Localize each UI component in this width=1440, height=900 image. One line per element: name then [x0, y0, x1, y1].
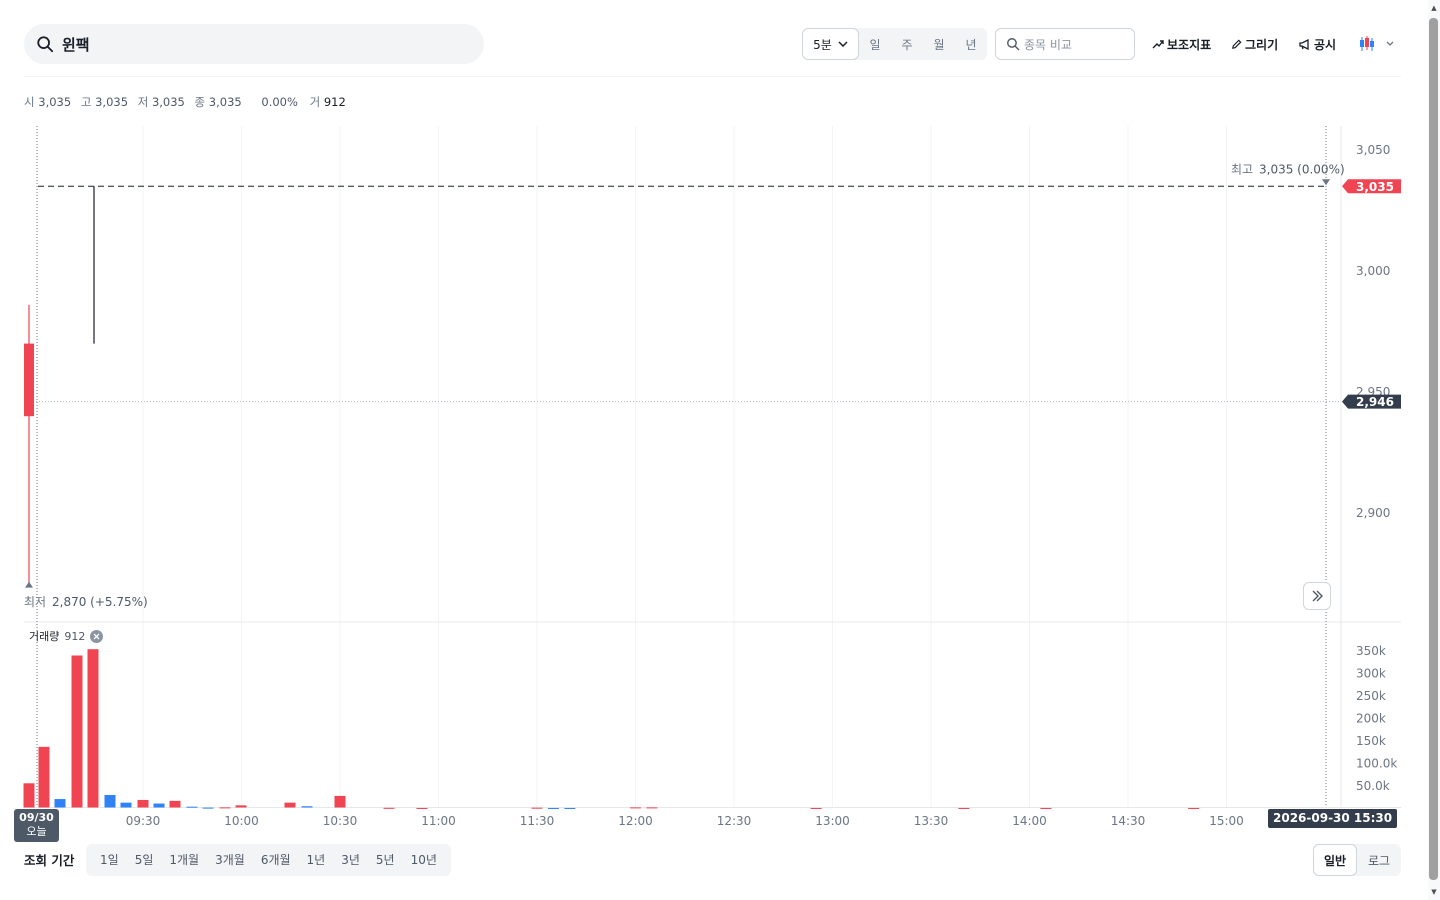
- volume-bar: [54, 799, 66, 808]
- volume-bar: [153, 803, 165, 808]
- range-10y-button[interactable]: 10년: [403, 844, 445, 876]
- high-annotation-label: 최고: [1231, 162, 1253, 176]
- volume-bar: [284, 802, 296, 808]
- volume-legend-value: 912: [64, 629, 86, 643]
- volume-bar: [810, 807, 822, 809]
- volume-bar: [646, 807, 658, 809]
- time-axis-label: 11:00: [421, 814, 456, 828]
- scale-log-button[interactable]: 로그: [1357, 844, 1401, 876]
- low-annotation-value: 2,870 (+5.75%): [52, 595, 148, 609]
- volume-bar: [1040, 807, 1052, 809]
- volume-bar: [186, 806, 198, 808]
- volume-bar: [202, 807, 214, 809]
- volume-axis-label: 200k: [1356, 712, 1386, 726]
- chart-expand-button[interactable]: [1303, 582, 1331, 610]
- high-price-badge-label: 3,035: [1356, 180, 1394, 194]
- volume-axis-label: 300k: [1356, 667, 1386, 681]
- volume-bar: [334, 795, 346, 808]
- volume-bar: [1188, 807, 1200, 809]
- volume-bar: [416, 807, 428, 809]
- double-chevron-right-icon: [1312, 590, 1323, 602]
- range-3m-button[interactable]: 3개월: [207, 844, 253, 876]
- range-5d-button[interactable]: 5일: [127, 844, 162, 876]
- date-badge: 09/30 오늘: [14, 809, 59, 842]
- scale-normal-button[interactable]: 일반: [1313, 844, 1357, 876]
- volume-bar: [87, 649, 99, 808]
- time-axis-label: 12:30: [717, 814, 752, 828]
- current-price-label: 2,946: [1356, 395, 1394, 409]
- volume-bar: [120, 802, 132, 808]
- volume-axis-label: 100.0k: [1356, 757, 1397, 771]
- volume-bar: [137, 799, 149, 808]
- time-axis-label: 13:30: [914, 814, 949, 828]
- scroll-up-icon[interactable]: ▲: [1429, 3, 1439, 13]
- close-icon[interactable]: [90, 629, 104, 643]
- volume-bar: [71, 655, 83, 808]
- volume-bar: [531, 807, 543, 809]
- range-1d-button[interactable]: 1일: [92, 844, 127, 876]
- time-axis-label: 09:30: [126, 814, 161, 828]
- volume-bar: [630, 807, 641, 809]
- range-3y-button[interactable]: 3년: [333, 844, 368, 876]
- page-scrollbar-thumb[interactable]: [1429, 18, 1438, 880]
- time-axis-label: 11:30: [520, 814, 555, 828]
- time-axis-label: 13:00: [815, 814, 850, 828]
- price-chart[interactable]: 09:30 10:00 10:30 11:00 11:30 12:00 12:30 13:00…: [0, 0, 1420, 900]
- time-axis-label: 14:00: [1012, 814, 1047, 828]
- volume-legend: 거래량 912: [29, 628, 104, 644]
- volume-axis-label: 50.0k: [1356, 779, 1390, 793]
- volume-bar: [38, 746, 50, 808]
- volume-axis-label: 150k: [1356, 734, 1386, 748]
- volume-legend-label: 거래량: [29, 630, 60, 643]
- candle-body: [24, 343, 34, 417]
- scale-toggle: 일반 로그: [1313, 844, 1401, 876]
- volume-bar: [104, 795, 116, 808]
- low-marker-arrow: [25, 581, 33, 588]
- time-axis-label: 15:00: [1209, 814, 1244, 828]
- range-1y-button[interactable]: 1년: [299, 844, 334, 876]
- low-annotation-label: 최저: [24, 595, 46, 609]
- range-5y-button[interactable]: 5년: [368, 844, 403, 876]
- volume-bar: [383, 807, 395, 809]
- volume-axis-label: 250k: [1356, 689, 1386, 703]
- volume-bar: [219, 807, 231, 809]
- volume-bar: [235, 805, 247, 808]
- volume-bar: [169, 800, 181, 808]
- price-axis-label: 3,050: [1356, 143, 1390, 157]
- time-axis-label: 12:00: [618, 814, 653, 828]
- volume-bar: [564, 807, 576, 809]
- price-axis-label: 3,000: [1356, 264, 1390, 278]
- volume-axis-label: 350k: [1356, 644, 1386, 658]
- date-badge-sub: 오늘: [26, 825, 47, 838]
- range-6m-button[interactable]: 6개월: [253, 844, 299, 876]
- scroll-down-icon[interactable]: ▼: [1429, 887, 1439, 897]
- time-axis-label: 10:30: [323, 814, 358, 828]
- range-label: 조회 기간: [24, 853, 75, 868]
- volume-bar: [23, 783, 35, 808]
- price-axis-label: 2,900: [1356, 506, 1390, 520]
- time-axis-label: 14:30: [1111, 814, 1146, 828]
- range-1m-button[interactable]: 1개월: [161, 844, 207, 876]
- stock-chart-page: 윈팩 5분 일 주 월 년 종목 비교 보조지표 그리기 공시 시 3,035 …: [0, 0, 1440, 900]
- volume-bar: [301, 806, 313, 808]
- high-annotation-value: 3,035 (0.00%): [1259, 162, 1345, 176]
- date-badge-date: 09/30: [19, 811, 54, 824]
- volume-bar: [958, 807, 970, 809]
- time-axis-label: 10:00: [224, 814, 259, 828]
- crosshair-time-badge: 2026-09-30 15:30: [1268, 809, 1398, 828]
- range-selector: 1일 5일 1개월 3개월 6개월 1년 3년 5년 10년: [86, 844, 451, 876]
- volume-bar: [547, 807, 559, 809]
